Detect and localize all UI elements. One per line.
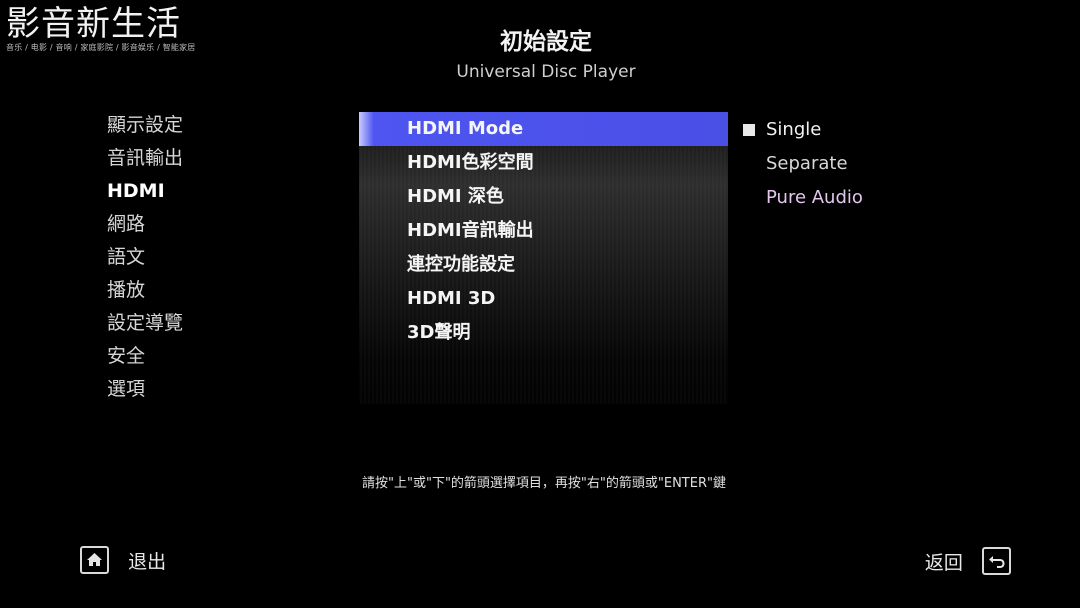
hdmi-settings-menu: HDMI Mode HDMI色彩空間 HDMI 深色 HDMI音訊輸出 連控功能… <box>359 112 728 404</box>
home-icon <box>80 546 109 574</box>
menu-item-hdmi-color-space[interactable]: HDMI色彩空間 <box>359 146 728 180</box>
device-name: Universal Disc Player <box>456 62 636 82</box>
option-single-label: Single <box>766 119 822 140</box>
exit-label: 退出 <box>128 550 167 573</box>
menu-item-hdmi-deep-color[interactable]: HDMI 深色 <box>359 180 728 214</box>
hdmi-mode-options: Single Separate Pure Audio <box>742 113 863 215</box>
option-separate-label: Separate <box>766 153 848 174</box>
back-button[interactable]: 返回 <box>925 547 1011 579</box>
menu-item-3d-notice[interactable]: 3D聲明 <box>359 316 728 350</box>
settings-category-nav: 顯示設定 音訊輸出 HDMI 網路 語文 播放 設定導覽 安全 選項 <box>107 111 183 408</box>
nav-item-language[interactable]: 語文 <box>107 243 183 276</box>
menu-item-hdmi-3d[interactable]: HDMI 3D <box>359 282 728 316</box>
option-single[interactable]: Single <box>742 113 863 147</box>
option-separate[interactable]: Separate <box>742 147 863 181</box>
screen: 影音新生活 音乐 / 电影 / 音响 / 家庭影院 / 影音娱乐 / 智能家居 … <box>0 0 1080 608</box>
nav-item-security[interactable]: 安全 <box>107 342 183 375</box>
nav-item-options[interactable]: 選項 <box>107 375 183 408</box>
return-arrow-icon <box>982 547 1011 575</box>
menu-item-hdmi-audio-output[interactable]: HDMI音訊輸出 <box>359 214 728 248</box>
page-title: 初始設定 <box>500 29 592 55</box>
nav-item-setup-wizard[interactable]: 設定導覽 <box>107 309 183 342</box>
selected-marker-icon <box>743 124 755 136</box>
option-pure-audio-label: Pure Audio <box>766 187 863 208</box>
nav-item-display[interactable]: 顯示設定 <box>107 111 183 144</box>
nav-item-hdmi[interactable]: HDMI <box>107 177 183 210</box>
nav-item-playback[interactable]: 播放 <box>107 276 183 309</box>
menu-item-control-function[interactable]: 連控功能設定 <box>359 248 728 282</box>
nav-item-network[interactable]: 網路 <box>107 210 183 243</box>
exit-button[interactable]: 退出 <box>80 546 166 578</box>
menu-item-hdmi-mode[interactable]: HDMI Mode <box>359 112 728 146</box>
instruction-text: 請按"上"或"下"的箭頭選擇項目，再按"右"的箭頭或"ENTER"鍵 <box>362 476 726 491</box>
option-pure-audio[interactable]: Pure Audio <box>742 181 863 215</box>
back-label: 返回 <box>924 551 963 574</box>
nav-item-audio-output[interactable]: 音訊輸出 <box>107 144 183 177</box>
